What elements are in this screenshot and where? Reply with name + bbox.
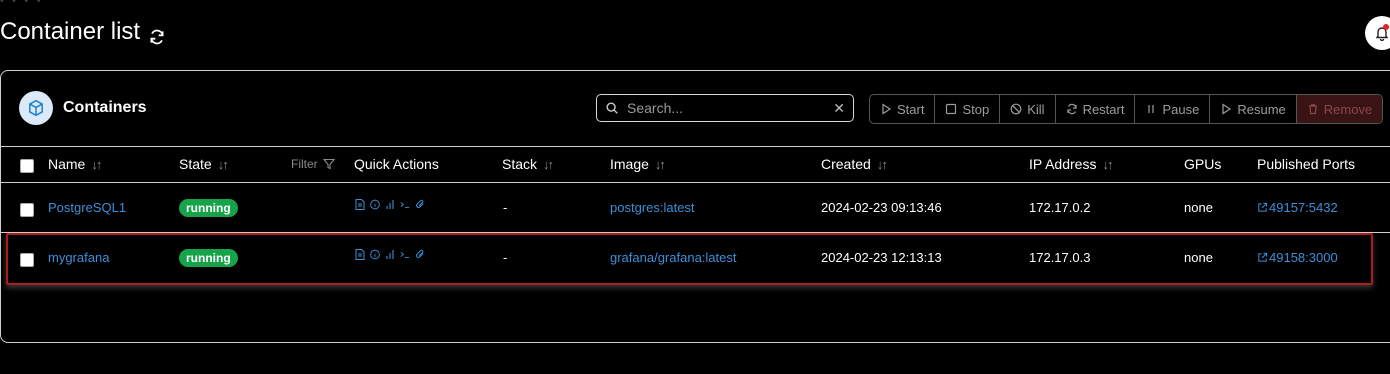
decor-dots: • • • •	[0, 0, 44, 7]
select-all-checkbox[interactable]	[20, 159, 34, 173]
start-button[interactable]: Start	[870, 95, 936, 123]
kill-button[interactable]: Kill	[1000, 95, 1056, 123]
ip-value: 172.17.0.2	[1029, 200, 1091, 215]
sort-icon: ↓↑	[1102, 156, 1113, 172]
kill-label: Kill	[1027, 101, 1045, 117]
remove-label: Remove	[1323, 101, 1373, 117]
image-link[interactable]: postgres:latest	[610, 200, 695, 215]
panel-title: Containers	[63, 99, 147, 116]
stop-icon	[946, 103, 957, 115]
col-header-name[interactable]: Name ↓↑	[48, 156, 102, 172]
ban-icon	[1010, 103, 1022, 115]
stats-icon[interactable]	[385, 199, 395, 210]
action-toolbar: Start Stop Kill Restart Pause Resume Rem…	[869, 94, 1384, 124]
remove-button[interactable]: Remove	[1296, 95, 1383, 123]
col-header-state[interactable]: State ↓↑	[179, 156, 229, 172]
page-title-text: Container list	[0, 18, 141, 45]
col-header-gpus: GPUs	[1184, 156, 1221, 172]
resume-label: Resume	[1237, 101, 1286, 117]
col-header-stack[interactable]: Stack ↓↑	[502, 156, 554, 172]
search-field[interactable]: ✕	[596, 94, 854, 122]
logs-icon[interactable]	[355, 199, 365, 210]
pause-label: Pause	[1162, 101, 1200, 117]
status-badge: running	[179, 199, 238, 217]
play-icon	[1222, 103, 1232, 115]
search-input[interactable]	[625, 99, 834, 117]
column-label: State	[179, 156, 212, 172]
stop-button[interactable]: Stop	[935, 95, 1001, 123]
column-label: IP Address	[1029, 156, 1097, 172]
refresh-icon[interactable]	[148, 25, 166, 44]
column-label: Created	[821, 156, 871, 172]
column-label: Quick Actions	[354, 156, 439, 172]
created-value: 2024-02-23 09:13:46	[821, 200, 942, 215]
clear-search-icon[interactable]: ✕	[833, 100, 845, 117]
page-title: Container list	[0, 18, 166, 46]
play-icon	[882, 103, 892, 115]
notifications-button[interactable]	[1365, 16, 1390, 50]
col-header-published-ports: Published Ports	[1257, 156, 1355, 172]
selected-row-highlight	[6, 233, 1373, 285]
col-header-quick-actions: Quick Actions	[354, 156, 439, 172]
col-header-created[interactable]: Created ↓↑	[821, 156, 888, 172]
trash-icon	[1308, 104, 1317, 115]
restart-label: Restart	[1082, 101, 1125, 117]
external-link-icon	[1258, 202, 1268, 212]
resume-button[interactable]: Resume	[1210, 95, 1297, 123]
col-header-ip-address[interactable]: IP Address ↓↑	[1029, 156, 1113, 172]
console-icon[interactable]	[400, 199, 410, 210]
published-port-link[interactable]: 49157:5432	[1257, 200, 1338, 215]
sort-icon: ↓↑	[654, 156, 666, 172]
gpus-value: none	[1184, 200, 1213, 215]
info-icon[interactable]	[370, 199, 380, 210]
pause-icon	[1148, 105, 1155, 113]
divider	[0, 182, 1390, 183]
search-icon	[606, 102, 618, 114]
start-label: Start	[897, 101, 925, 117]
column-label: GPUs	[1184, 156, 1222, 172]
sort-icon: ↓↑	[217, 156, 229, 172]
attach-icon[interactable]	[415, 199, 425, 210]
port-text: 49157:5432	[1269, 200, 1338, 215]
restart-button[interactable]: Restart	[1056, 95, 1136, 123]
pause-button[interactable]: Pause	[1135, 95, 1211, 123]
sort-icon: ↓↑	[876, 156, 888, 172]
sort-icon: ↓↑	[543, 156, 554, 172]
column-label: Stack	[502, 156, 538, 172]
col-header-image[interactable]: Image ↓↑	[610, 156, 666, 172]
filter-label: Filter	[291, 157, 318, 171]
column-label: Published Ports	[1257, 156, 1356, 172]
cube-icon	[19, 91, 53, 125]
filter-icon	[322, 158, 335, 170]
container-name-link[interactable]: PostgreSQL1	[48, 200, 126, 215]
sort-icon: ↓↑	[91, 156, 102, 172]
quick-actions	[355, 199, 425, 210]
divider	[0, 146, 1390, 147]
notification-dot	[1383, 24, 1389, 30]
stack-value: -	[503, 200, 508, 215]
state-filter[interactable]: Filter	[291, 157, 335, 171]
column-label: Name	[48, 156, 86, 172]
row-checkbox[interactable]	[20, 203, 34, 217]
stop-label: Stop	[962, 101, 990, 117]
restart-icon	[1066, 103, 1077, 115]
column-label: Image	[610, 156, 649, 172]
panel-header: Containers	[19, 91, 147, 125]
